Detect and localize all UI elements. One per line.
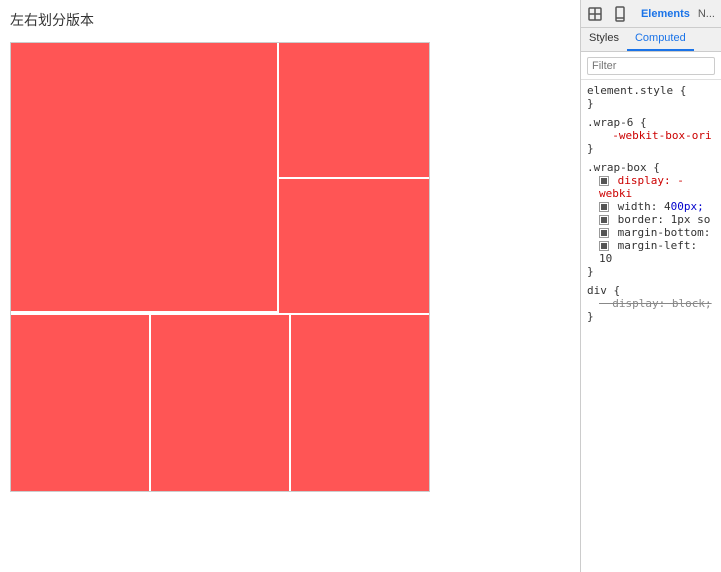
elements-tab-topbar[interactable]: Elements [641, 8, 690, 20]
devtools-subtabs: Styles Computed [581, 28, 721, 52]
css-block-wrap6: .wrap-6 { -webkit-box-ori } [587, 116, 715, 155]
css-selector-4: div { [587, 284, 715, 297]
css-prop-display: display: -webki [587, 174, 715, 200]
css-close-1: } [587, 97, 715, 110]
checkbox-border[interactable] [599, 215, 609, 225]
filter-input[interactable] [587, 57, 715, 75]
css-val-width-num: 00px; [671, 200, 704, 213]
top-right-column [279, 43, 429, 313]
css-rules: element.style { } .wrap-6 { -webkit-box-… [581, 80, 721, 572]
devtools-topbar: Elements N... [581, 0, 721, 28]
css-block-div: div { display: block; } [587, 284, 715, 323]
filter-bar [581, 52, 721, 80]
tab-styles[interactable]: Styles [581, 28, 627, 51]
layout-demo [10, 42, 430, 492]
inspect-element-icon[interactable] [587, 5, 604, 23]
css-block-wrapbox: .wrap-box { display: -webki width: 400px… [587, 161, 715, 278]
css-prop-border: border: 1px so [587, 213, 715, 226]
css-prop-width: width: 400px; [587, 200, 715, 213]
css-prop-margin-bottom: margin-bottom: [587, 226, 715, 239]
devtools-panel: Elements N... Styles Computed element.st… [580, 0, 721, 572]
css-prop-webkit-box-ori: -webkit-box-ori [587, 129, 715, 142]
css-selector-2: .wrap-6 { [587, 116, 715, 129]
bottom-row [11, 313, 429, 491]
top-left-box [11, 43, 279, 313]
css-selector-1: element.style { [587, 84, 715, 97]
css-close-2: } [587, 142, 715, 155]
checkbox-margin-bottom[interactable] [599, 228, 609, 238]
css-close-3: } [587, 265, 715, 278]
css-prop-margin-left: margin-left: 10 [587, 239, 715, 265]
mobile-icon[interactable] [612, 5, 629, 23]
checkbox-width[interactable] [599, 202, 609, 212]
checkbox-margin-left[interactable] [599, 241, 609, 251]
bottom-right-box [291, 315, 429, 491]
css-prop-div-display: display: block; [587, 297, 715, 310]
css-val-webkit-box-ori: -webkit-box-ori [599, 129, 712, 142]
bottom-middle-box [151, 315, 291, 491]
top-right-bottom-box [279, 179, 429, 313]
css-val-width: width: 4 [618, 200, 671, 213]
css-val-margin-left: margin-left: 10 [599, 239, 697, 265]
css-block-element-style: element.style { } [587, 84, 715, 110]
page-title: 左右划分版本 [10, 10, 570, 30]
network-tab-topbar[interactable]: N... [698, 8, 715, 20]
main-content: 左右划分版本 [0, 0, 580, 572]
checkbox-display[interactable] [599, 176, 609, 186]
css-val-display: display: -webki [599, 174, 684, 200]
top-right-top-box [279, 43, 429, 179]
css-val-div-display: display: block; [599, 297, 712, 310]
top-row [11, 43, 429, 313]
tab-computed[interactable]: Computed [627, 28, 694, 51]
css-close-4: } [587, 310, 715, 323]
css-val-margin-bottom: margin-bottom: [618, 226, 711, 239]
css-val-border: border: 1px so [618, 213, 711, 226]
css-selector-3: .wrap-box { [587, 161, 715, 174]
bottom-left-box [11, 315, 151, 491]
